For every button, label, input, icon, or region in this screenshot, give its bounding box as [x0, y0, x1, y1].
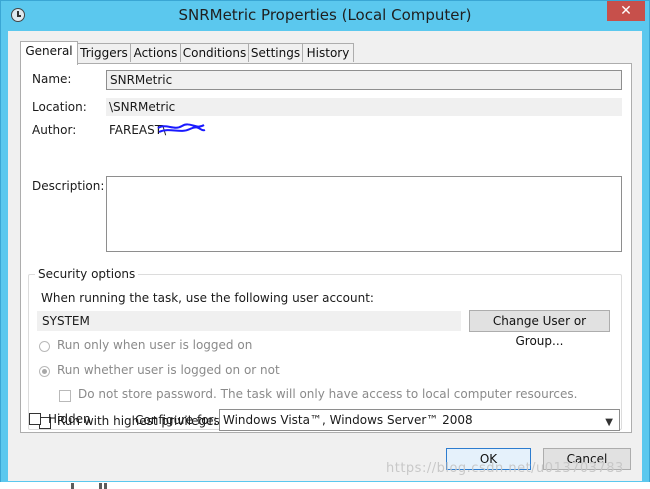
- account-prompt: When running the task, use the following…: [41, 291, 374, 305]
- tab-conditions[interactable]: Conditions: [180, 43, 249, 62]
- change-user-button[interactable]: Change User or Group...: [469, 310, 610, 348]
- tab-triggers[interactable]: Triggers: [77, 43, 131, 62]
- no-store-password-label: Do not store password. The task will onl…: [78, 387, 578, 401]
- run-whether-label: Run whether user is logged on or not: [57, 363, 280, 377]
- name-field[interactable]: SNRMetric: [106, 70, 622, 90]
- no-store-password-checkbox[interactable]: [59, 390, 71, 402]
- name-label: Name:: [32, 72, 72, 86]
- description-label: Description:: [32, 179, 105, 193]
- description-textarea[interactable]: [106, 176, 622, 252]
- security-options-group: Security options When running the task, …: [28, 267, 622, 430]
- tab-general[interactable]: General: [20, 41, 78, 65]
- location-label: Location:: [32, 100, 87, 114]
- user-account-field: SYSTEM: [37, 311, 461, 331]
- close-button[interactable]: ✕: [607, 1, 645, 21]
- watermark-text: https://blog.csdn.net/u013703783: [386, 461, 624, 476]
- redaction-scribble: [157, 123, 206, 133]
- window-title: SNRMetric Properties (Local Computer): [178, 6, 472, 24]
- run-logged-on-radio[interactable]: [39, 341, 50, 352]
- general-tab-panel: Name: SNRMetric Location: \SNRMetric Aut…: [20, 63, 632, 433]
- title-bar[interactable]: SNRMetric Properties (Local Computer) ✕: [1, 1, 649, 31]
- security-options-title: Security options: [35, 267, 139, 281]
- configure-for-label: Configure for:: [135, 413, 218, 427]
- chevron-down-icon: ▼: [605, 417, 613, 428]
- tab-history[interactable]: History: [302, 43, 354, 62]
- dialog-client-area: General Triggers Actions Conditions Sett…: [8, 31, 642, 481]
- run-whether-radio[interactable]: [39, 366, 50, 377]
- configure-for-value: Windows Vista™, Windows Server™ 2008: [223, 413, 473, 427]
- hidden-label: Hidden: [48, 412, 91, 426]
- tab-actions[interactable]: Actions: [130, 43, 181, 62]
- author-value: FAREAST\: [106, 121, 622, 139]
- hidden-checkbox[interactable]: [29, 413, 41, 425]
- configure-for-select[interactable]: Windows Vista™, Windows Server™ 2008 ▼: [219, 409, 620, 431]
- properties-window: SNRMetric Properties (Local Computer) ✕ …: [0, 0, 650, 489]
- tab-settings[interactable]: Settings: [248, 43, 303, 62]
- location-value: \SNRMetric: [106, 98, 622, 116]
- taskbar-edge: [0, 482, 650, 489]
- run-logged-on-label: Run only when user is logged on: [57, 338, 253, 352]
- author-label: Author:: [32, 123, 77, 137]
